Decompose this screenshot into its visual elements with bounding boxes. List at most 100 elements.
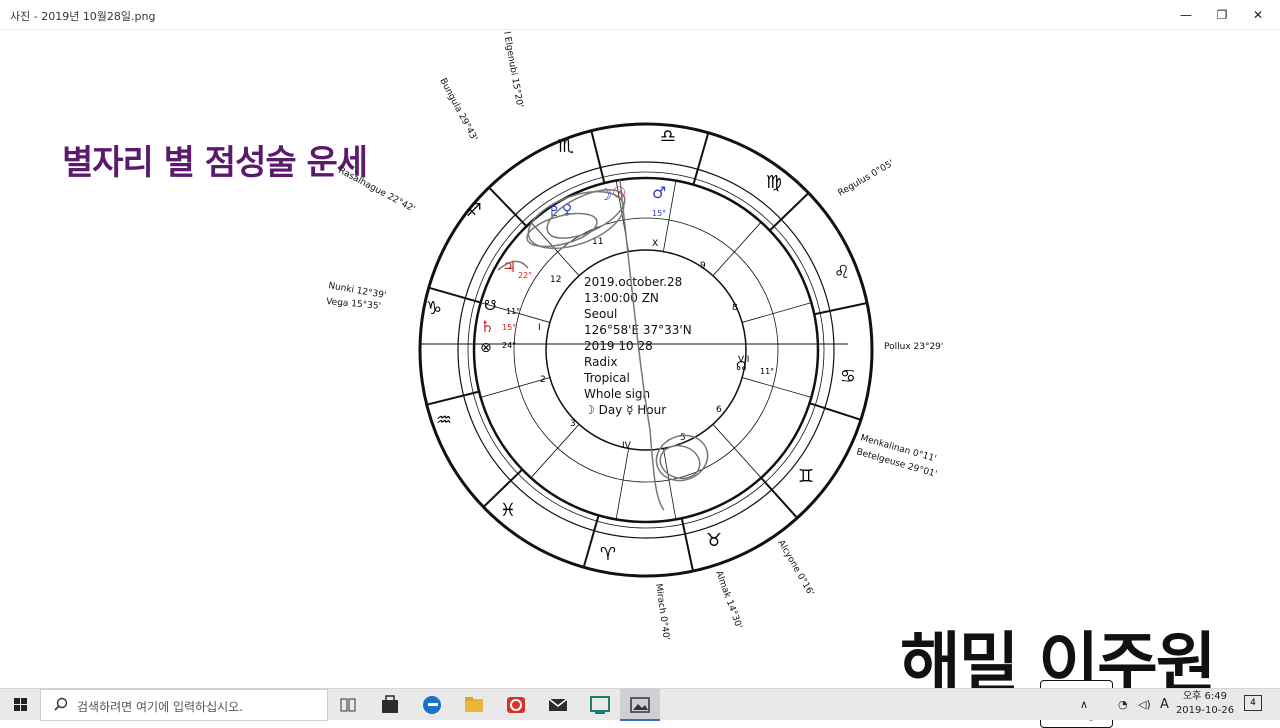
sign-sagittarius-icon: ♐ [466, 200, 482, 221]
sign-divider [426, 390, 480, 406]
sign-virgo-icon: ♍ [766, 172, 782, 193]
sign-divider [769, 192, 810, 232]
star-almak: Almak 14°30' [713, 570, 743, 631]
house-num-2: 2 [540, 375, 546, 385]
sign-divider [680, 518, 694, 572]
house-divider [742, 302, 812, 323]
taskbar-photos[interactable] [620, 689, 660, 721]
monitor-icon [590, 696, 610, 714]
sign-pisces-icon: ♓ [500, 500, 516, 521]
sign-gemini-icon: ♊ [798, 466, 814, 487]
sign-libra-icon: ♎ [660, 126, 676, 147]
sign-aries-icon: ♈ [600, 544, 616, 565]
title-bar[interactable]: 사진 - 2019년 10월28일.png — ❐ ✕ [0, 0, 1280, 30]
mail-icon [548, 698, 568, 711]
image-canvas[interactable]: 별자리 별 점성술 운세 ♎ ♍ ♌ ♋ ♊ ♉ ♈ ♓ ♒ ♑ ♐ ♏ ♇ ♀… [0, 30, 1280, 728]
sign-divider [488, 186, 528, 227]
close-button[interactable]: ✕ [1240, 0, 1276, 30]
chart-info-date-ko: 2019 10 28 [584, 339, 653, 353]
house-num-12: 12 [550, 275, 561, 285]
sign-taurus-icon: ♉ [706, 530, 722, 551]
clock-time: 오후 6:49 [1182, 691, 1228, 702]
window-title: 사진 - 2019년 10월28일.png [10, 10, 156, 23]
house-num-6: 6 [716, 405, 722, 415]
astrology-chart: ♎ ♍ ♌ ♋ ♊ ♉ ♈ ♓ ♒ ♑ ♐ ♏ ♇ ♀ ☽ ☉ ♂ 15° ♃ … [326, 31, 944, 641]
sign-leo-icon: ♌ [834, 262, 850, 283]
house-num-3: 3 [570, 419, 576, 429]
task-view-button[interactable] [328, 689, 368, 721]
star-bungula: Bungula 29°43' [437, 77, 479, 143]
store-icon [382, 695, 398, 713]
task-view-icon [340, 698, 356, 712]
house-roman-7: VII [738, 355, 749, 365]
notification-icon[interactable]: 4 [1244, 695, 1262, 711]
planet-fortune-degree: 24° [502, 341, 516, 350]
chart-info-zodiac: Tropical [583, 371, 630, 385]
taskbar: 검색하려면 여기에 입력하십시오. ∧ ◔ ◁) A 오후 6:49 2019-… [0, 688, 1280, 721]
edge-icon [423, 696, 441, 714]
maximize-button[interactable]: ❐ [1204, 0, 1240, 30]
sign-divider [814, 302, 868, 316]
star-rasalhague: Rasalhague 22°42' [337, 166, 417, 215]
sign-divider [809, 402, 862, 421]
chart-info-city: Seoul [584, 307, 617, 321]
sign-divider [590, 130, 606, 184]
chart-info-type: Radix [584, 355, 617, 369]
planet-saturn-degree: 15° [502, 323, 516, 332]
planet-ketu-degree: 11° [506, 307, 520, 316]
chart-info-houses: Whole sign [584, 387, 650, 401]
photo-viewer-window: 사진 - 2019년 10월28일.png — ❐ ✕ 별자리 별 점성술 운세… [0, 0, 1280, 728]
sign-capricorn-icon: ♑ [426, 298, 442, 319]
planet-node-degree: 11° [760, 367, 774, 376]
sign-scorpio-icon: ♏ [558, 136, 574, 157]
taskbar-explorer[interactable] [454, 689, 494, 721]
taskbar-mail[interactable] [538, 689, 578, 721]
taskbar-edge[interactable] [412, 689, 452, 721]
house-num-8: 8 [732, 303, 738, 313]
sign-divider [692, 132, 710, 185]
house-divider [712, 221, 762, 276]
house-divider [662, 448, 677, 520]
sign-cancer-icon: ♋ [840, 366, 856, 387]
search-icon [54, 697, 68, 711]
planet-fortune-icon: ⊗ [480, 340, 492, 356]
taskbar-store[interactable] [370, 689, 410, 721]
planet-saturn-icon: ♄ [480, 317, 494, 336]
house-roman-4: IV [622, 441, 632, 451]
planet-moon-icon: ☽ [598, 185, 612, 204]
house-divider [712, 424, 762, 479]
planet-jupiter-degree: 22° [518, 271, 532, 280]
chart-info-date: 2019.october.28 [584, 275, 682, 289]
chart-info-rulers: ☽ Day ☿ Hour [584, 403, 666, 417]
taskbar-search[interactable]: 검색하려면 여기에 입력하십시오. [40, 689, 328, 721]
star-pollux: Pollux 23°29' [884, 342, 943, 352]
house-num-5: 5 [680, 433, 686, 443]
sign-aquarius-icon: ♒ [436, 410, 452, 431]
tray-chevron-icon[interactable]: ∧ [1080, 689, 1088, 721]
input-language[interactable]: A [1160, 689, 1169, 721]
start-button[interactable] [0, 689, 40, 721]
sign-divider [760, 477, 798, 519]
planet-mars-degree: 15° [652, 209, 666, 218]
house-divider [742, 377, 812, 398]
star-regulus: Regulus 0°05' [837, 159, 896, 199]
photos-icon [630, 697, 650, 713]
planet-ketu-icon: ☋ [484, 298, 496, 314]
star-vega: Vega 15°35' [326, 297, 382, 312]
wifi-icon[interactable]: ◔ [1118, 689, 1128, 721]
taskbar-app-teal[interactable] [580, 689, 620, 721]
planet-mars-icon: ♂ [652, 183, 666, 202]
taskbar-app-red[interactable] [496, 689, 536, 721]
taskbar-clock[interactable]: 오후 6:49 2019-10-26 [1175, 690, 1235, 718]
house-roman-1: I [538, 323, 541, 333]
star-mirach: Mirach 0°40' [653, 583, 671, 641]
volume-icon[interactable]: ◁) [1138, 689, 1151, 721]
house-divider [530, 424, 580, 479]
windows-logo-icon [14, 698, 27, 711]
star-elgenubi: l Elgenubi 15°20' [501, 31, 524, 109]
star-alcyone: Alcyone 0°16' [775, 539, 815, 598]
folder-icon [465, 697, 483, 712]
minimize-button[interactable]: — [1168, 0, 1204, 30]
house-roman-10: X [652, 239, 658, 249]
chart-info-time: 13:00:00 ZN [584, 291, 659, 305]
